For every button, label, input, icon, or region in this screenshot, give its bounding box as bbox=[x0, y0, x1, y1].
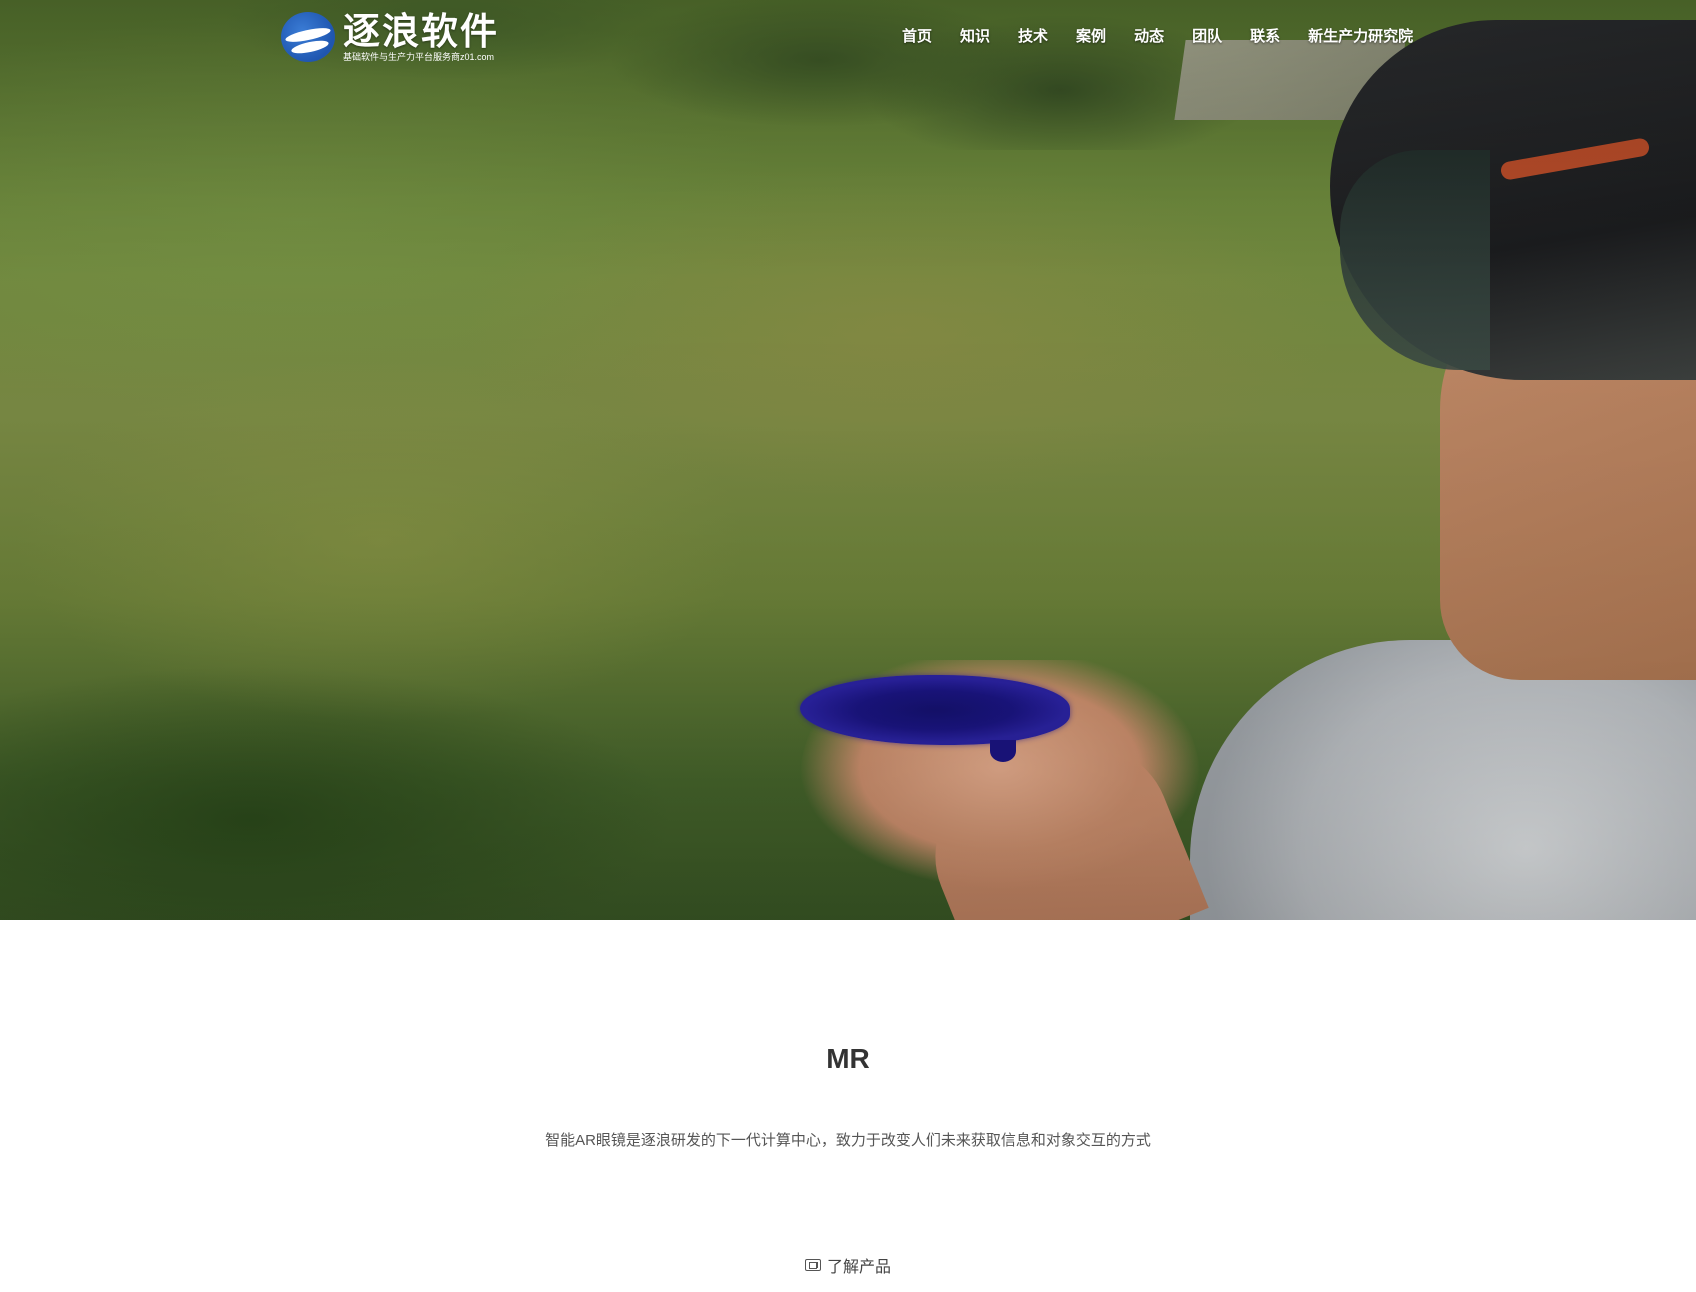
section-description: 智能AR眼镜是逐浪研发的下一代计算中心，致力于改变人们未来获取信息和对象交互的方… bbox=[545, 1132, 1151, 1149]
learn-product-link[interactable]: 了解产品 bbox=[0, 1253, 1696, 1277]
brand-text: 逐浪软件 基础软件与生产力平台服务商z01.com bbox=[343, 12, 499, 63]
brand-logo-link[interactable]: 逐浪软件 基础软件与生产力平台服务商z01.com bbox=[281, 12, 499, 63]
top-navigation: 逐浪软件 基础软件与生产力平台服务商z01.com 首页 知识 技术 案例 动态… bbox=[0, 0, 1696, 80]
section-title: MR bbox=[826, 1043, 870, 1074]
nav-item-team[interactable]: 团队 bbox=[1178, 26, 1236, 48]
hero-banner bbox=[0, 0, 1696, 920]
hero-overlay bbox=[0, 0, 1696, 920]
nav-menu: 首页 知识 技术 案例 动态 团队 联系 新生产力研究院 bbox=[900, 26, 1427, 48]
nav-item-news[interactable]: 动态 bbox=[1120, 26, 1178, 48]
product-section: MR 智能AR眼镜是逐浪研发的下一代计算中心，致力于改变人们未来获取信息和对象交… bbox=[0, 920, 1696, 1292]
brand-tagline: 基础软件与生产力平台服务商z01.com bbox=[343, 52, 495, 62]
nav-item-cases[interactable]: 案例 bbox=[1062, 26, 1120, 48]
brand-name: 逐浪软件 bbox=[343, 11, 499, 52]
nav-item-home[interactable]: 首页 bbox=[900, 26, 946, 48]
nav-item-knowledge[interactable]: 知识 bbox=[946, 26, 1004, 48]
nav-item-research-institute[interactable]: 新生产力研究院 bbox=[1294, 26, 1427, 48]
learn-product-label: 了解产品 bbox=[826, 1259, 891, 1276]
wave-globe-icon bbox=[281, 12, 335, 62]
book-icon bbox=[804, 1259, 821, 1271]
nav-item-contact[interactable]: 联系 bbox=[1236, 26, 1294, 48]
nav-item-technology[interactable]: 技术 bbox=[1004, 26, 1062, 48]
